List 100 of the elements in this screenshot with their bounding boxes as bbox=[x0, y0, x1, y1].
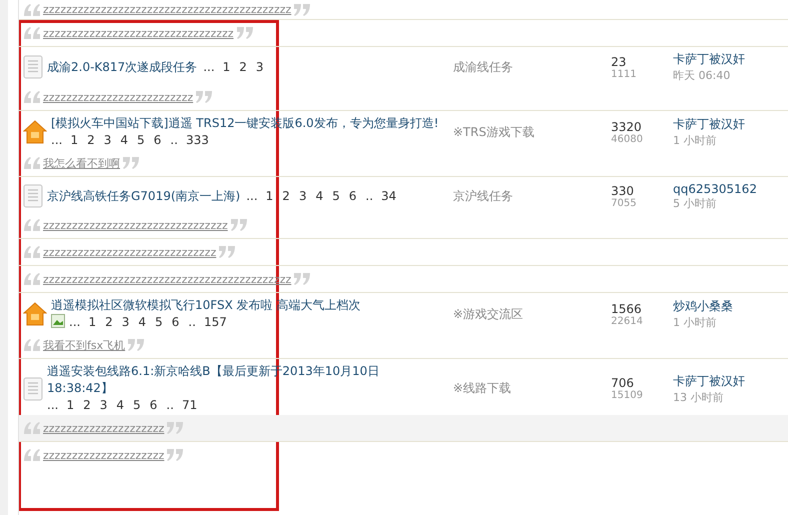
page-link[interactable]: 1 bbox=[266, 188, 274, 202]
open-quote-icon bbox=[23, 448, 41, 462]
document-icon bbox=[23, 184, 43, 208]
pinned-house-icon bbox=[23, 120, 47, 144]
author-link[interactable]: 卡萨丁被汉奸 bbox=[673, 116, 745, 133]
open-quote-icon bbox=[23, 156, 41, 170]
post-time: 5 小时前 bbox=[673, 196, 718, 210]
page-link[interactable]: 6 bbox=[348, 188, 356, 202]
page-link[interactable]: 1 bbox=[88, 315, 96, 329]
document-icon bbox=[23, 55, 43, 79]
page-link[interactable]: 6 bbox=[154, 133, 162, 147]
post-time: 1 小时前 bbox=[673, 315, 718, 330]
post-time: 1 小时前 bbox=[673, 133, 718, 148]
page-link[interactable]: 71 bbox=[182, 398, 198, 412]
open-quote-icon bbox=[23, 421, 41, 435]
open-quote-icon bbox=[23, 338, 41, 352]
reply-count: 1566 bbox=[611, 302, 643, 316]
view-count: 46080 bbox=[611, 134, 644, 144]
open-quote-icon bbox=[23, 218, 41, 232]
close-quote-icon bbox=[293, 2, 312, 16]
close-quote-icon bbox=[195, 90, 214, 104]
quote-text: zzzzzzzzzzzzzzzzzzzzz bbox=[43, 422, 164, 434]
quote-text: zzzzzzzzzzzzzzzzzzzzzzzzzzzzzz bbox=[43, 246, 216, 258]
quote-text: 我看不到fsx飞机 bbox=[43, 338, 126, 352]
page-link[interactable]: 3 bbox=[298, 188, 307, 202]
page-gap-dots: .. bbox=[366, 188, 374, 202]
page-link[interactable]: 3 bbox=[100, 398, 108, 412]
page-link[interactable]: 5 bbox=[155, 315, 163, 329]
reply-count: 330 bbox=[611, 184, 635, 198]
quote-text: zzzzzzzzzzzzzzzzzzzzzzzzzzzzzzzzz bbox=[43, 26, 234, 40]
page-link[interactable]: 2 bbox=[87, 133, 95, 147]
page-link[interactable]: 6 bbox=[172, 315, 180, 329]
page-link[interactable]: 6 bbox=[150, 398, 158, 412]
open-quote-icon bbox=[23, 2, 41, 16]
view-count: 15109 bbox=[611, 390, 644, 401]
page-link[interactable]: 3 bbox=[256, 60, 264, 74]
page-gap-dots: .. bbox=[170, 133, 178, 147]
page-link[interactable]: 2 bbox=[83, 398, 91, 412]
page-gap-dots: ... bbox=[69, 315, 80, 329]
page-link[interactable]: 4 bbox=[316, 188, 324, 202]
author-link[interactable]: 炒鸡小桑桑 bbox=[673, 298, 733, 315]
page-link[interactable]: 1 bbox=[222, 60, 230, 74]
page-link[interactable]: 333 bbox=[186, 133, 209, 147]
quote-text: zzzzzzzzzzzzzzzzzzzzzzzzzz bbox=[43, 90, 194, 104]
post-time: 昨天 06:40 bbox=[673, 68, 732, 83]
close-quote-icon bbox=[166, 421, 184, 435]
close-quote-icon bbox=[236, 26, 254, 40]
close-quote-icon bbox=[122, 156, 140, 170]
author-link[interactable]: 卡萨丁被汉奸 bbox=[673, 51, 745, 68]
forum-label: 京沪线任务 bbox=[453, 188, 513, 204]
page-gap-dots: ... bbox=[51, 133, 62, 147]
page-link[interactable]: 4 bbox=[138, 315, 146, 329]
page-link[interactable]: 4 bbox=[120, 133, 128, 147]
page-gap-dots: ... bbox=[246, 188, 258, 202]
page-link[interactable]: 5 bbox=[137, 133, 145, 147]
quote-text: zzzzzzzzzzzzzzzzzzzzzzzzzzzzzzzzzzzzzzzzzzz bbox=[43, 3, 292, 16]
page-link[interactable]: 1 bbox=[66, 398, 74, 412]
page-link[interactable]: 4 bbox=[116, 398, 124, 412]
open-quote-icon bbox=[23, 272, 41, 286]
post-time: 13 小时前 bbox=[673, 390, 724, 404]
author-link[interactable]: 卡萨丁被汉奸 bbox=[673, 372, 745, 390]
close-quote-icon bbox=[293, 272, 312, 286]
forum-label: ※游戏交流区 bbox=[453, 306, 524, 322]
page-link[interactable]: 34 bbox=[381, 188, 396, 202]
close-quote-icon bbox=[166, 448, 184, 462]
thread-title-link[interactable]: 京沪线高铁任务G7019(南京一上海) bbox=[47, 188, 240, 204]
close-quote-icon bbox=[230, 218, 248, 232]
forum-label: 成渝线任务 bbox=[453, 58, 513, 76]
view-count: 1111 bbox=[611, 68, 638, 80]
page-link[interactable]: 3 bbox=[122, 315, 130, 329]
page-link[interactable]: 2 bbox=[282, 188, 290, 202]
quote-text: zzzzzzzzzzzzzzzzzzzzzzzzzzzzzzzz bbox=[43, 218, 228, 232]
reply-count: 23 bbox=[611, 54, 628, 68]
page-gap-dots: .. bbox=[166, 398, 174, 412]
pinned-house-icon bbox=[23, 302, 47, 326]
page-link[interactable]: 5 bbox=[133, 398, 141, 412]
view-count: 22614 bbox=[611, 316, 644, 326]
close-quote-icon bbox=[218, 245, 236, 259]
open-quote-icon bbox=[23, 90, 41, 104]
document-icon bbox=[23, 376, 43, 400]
forum-label: ※线路下载 bbox=[453, 380, 512, 397]
page-link[interactable]: 5 bbox=[332, 188, 340, 202]
page-link[interactable]: 3 bbox=[104, 133, 112, 147]
quote-text: 我怎么看不到啊 bbox=[43, 156, 120, 170]
page-link[interactable]: 2 bbox=[105, 315, 113, 329]
reply-count: 3320 bbox=[611, 120, 643, 134]
page-link[interactable]: 2 bbox=[239, 60, 247, 74]
page-gap-dots: .. bbox=[188, 315, 196, 329]
view-count: 7055 bbox=[611, 198, 638, 208]
author-link[interactable]: qq625305162 bbox=[673, 182, 757, 196]
page-link[interactable]: 1 bbox=[70, 133, 78, 147]
page-link[interactable]: 157 bbox=[204, 315, 227, 329]
page-gap-dots: ... bbox=[47, 398, 58, 412]
thread-title-link[interactable]: 成渝2.0-K817次遂成段任务 bbox=[47, 58, 198, 76]
page-gap-dots: ... bbox=[203, 60, 215, 74]
forum-label: ※TRS游戏下载 bbox=[453, 124, 534, 140]
reply-count: 706 bbox=[611, 376, 635, 390]
open-quote-icon bbox=[23, 245, 41, 259]
open-quote-icon bbox=[23, 26, 41, 40]
close-quote-icon bbox=[127, 338, 146, 352]
